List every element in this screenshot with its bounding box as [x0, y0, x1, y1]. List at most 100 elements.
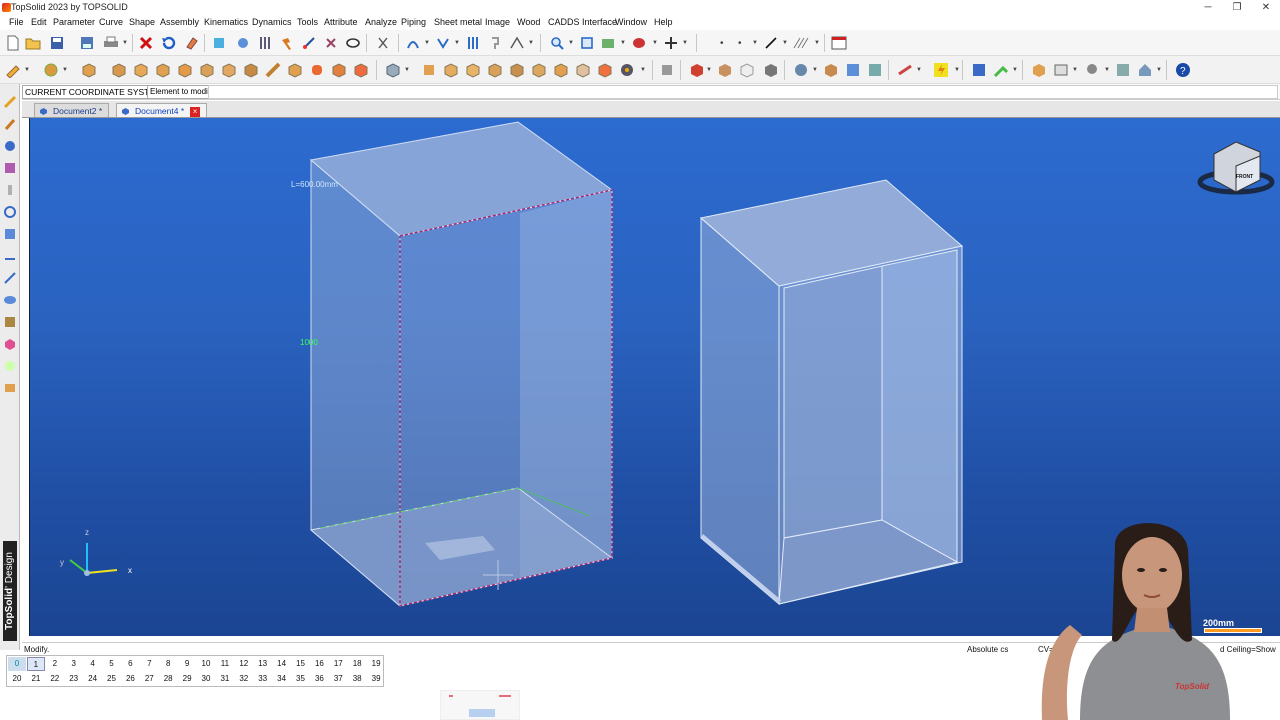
shape-sphere-icon[interactable]: [198, 61, 216, 79]
hatch-pattern-icon[interactable]: [792, 34, 810, 52]
save-as-icon[interactable]: [78, 34, 96, 52]
red-part-icon[interactable]: [688, 61, 706, 79]
layer-34[interactable]: 34: [273, 672, 291, 686]
shape-operation-icon[interactable]: [384, 61, 402, 79]
curve-icon[interactable]: [2, 138, 17, 153]
open-folder-icon[interactable]: [24, 34, 42, 52]
close-button[interactable]: ✕: [1251, 1, 1280, 15]
measure-icon[interactable]: [300, 34, 318, 52]
wrench-icon[interactable]: [992, 61, 1010, 79]
shape-torus-icon[interactable]: [220, 61, 238, 79]
section-icon[interactable]: [508, 61, 526, 79]
drawer-icon[interactable]: [1052, 61, 1070, 79]
menu-cadds-interface[interactable]: CADDS Interface: [548, 17, 617, 27]
layer-21[interactable]: 21: [27, 672, 45, 686]
close-tab-icon[interactable]: ×: [190, 106, 201, 117]
surface-icon[interactable]: [2, 292, 17, 307]
help-icon[interactable]: ?: [1174, 61, 1192, 79]
pattern-icon[interactable]: [530, 61, 548, 79]
layer-30[interactable]: 30: [197, 672, 215, 686]
layer-2[interactable]: 2: [46, 657, 64, 671]
menu-image[interactable]: Image: [485, 17, 510, 27]
layer-7[interactable]: 7: [140, 657, 158, 671]
delete-icon[interactable]: [137, 34, 155, 52]
menu-file[interactable]: File: [9, 17, 24, 27]
layer-23[interactable]: 23: [65, 672, 83, 686]
shape-fillet-icon[interactable]: [308, 61, 326, 79]
transform-icon[interactable]: [344, 34, 362, 52]
board-icon[interactable]: [1030, 61, 1048, 79]
draft-icon[interactable]: [574, 61, 592, 79]
layer-8[interactable]: 8: [159, 657, 177, 671]
feature-gear-icon[interactable]: [618, 61, 636, 79]
thicken-icon[interactable]: [596, 61, 614, 79]
layer-38[interactable]: 38: [348, 672, 366, 686]
pen-icon[interactable]: [2, 116, 17, 131]
explode-icon[interactable]: [1114, 61, 1132, 79]
undo-icon[interactable]: [160, 34, 178, 52]
layer-29[interactable]: 29: [178, 672, 196, 686]
layer-39[interactable]: 39: [367, 672, 385, 686]
layer-25[interactable]: 25: [103, 672, 121, 686]
layers-icon[interactable]: [970, 61, 988, 79]
layer-1[interactable]: 1: [26, 657, 45, 671]
boolean-icon[interactable]: [420, 61, 438, 79]
layer-13[interactable]: 13: [254, 657, 272, 671]
layer-15[interactable]: 15: [292, 657, 310, 671]
cut-icon[interactable]: [442, 61, 460, 79]
redraw-icon[interactable]: [210, 34, 228, 52]
layer-20[interactable]: 20: [8, 672, 26, 686]
hammer-icon[interactable]: [278, 34, 296, 52]
layer-37[interactable]: 37: [329, 672, 347, 686]
menu-analyze[interactable]: Analyze: [365, 17, 397, 27]
minimize-button[interactable]: ─: [1193, 1, 1223, 15]
shape-shell-icon[interactable]: [352, 61, 370, 79]
zoom-icon[interactable]: [548, 34, 566, 52]
dark-part-icon[interactable]: [762, 61, 780, 79]
menu-sheet-metal[interactable]: Sheet metal: [434, 17, 482, 27]
menu-attribute[interactable]: Attribute: [324, 17, 358, 27]
minimized-window[interactable]: [440, 690, 520, 720]
layer-17[interactable]: 17: [329, 657, 347, 671]
layer-16[interactable]: 16: [310, 657, 328, 671]
status-cs[interactable]: Absolute cs: [967, 645, 1008, 654]
layer-9[interactable]: 9: [178, 657, 196, 671]
annotation-icon[interactable]: [2, 270, 17, 285]
assembly-icon[interactable]: [792, 61, 810, 79]
new-document-icon[interactable]: [4, 34, 22, 52]
settings-sliders-icon[interactable]: [256, 34, 274, 52]
mirror-icon[interactable]: [552, 61, 570, 79]
maximize-button[interactable]: ❐: [1222, 1, 1252, 15]
layer-5[interactable]: 5: [103, 657, 121, 671]
menu-dynamics[interactable]: Dynamics: [252, 17, 292, 27]
layer-12[interactable]: 12: [235, 657, 253, 671]
tab-document2[interactable]: Document2 *: [34, 103, 110, 117]
cabinet-right[interactable]: [699, 179, 964, 606]
layer-14[interactable]: 14: [273, 657, 291, 671]
shape-pocket-icon[interactable]: [242, 61, 260, 79]
shape-block-icon[interactable]: [132, 61, 150, 79]
layer-31[interactable]: 31: [216, 672, 234, 686]
tab-document4[interactable]: Document4 * ×: [116, 103, 208, 117]
menu-parameter[interactable]: Parameter: [53, 17, 95, 27]
bom-icon[interactable]: [844, 61, 862, 79]
shape-chamfer-icon[interactable]: [330, 61, 348, 79]
save-icon[interactable]: [48, 34, 66, 52]
line-tool-icon[interactable]: [762, 34, 780, 52]
shading-icon[interactable]: [662, 34, 680, 52]
layer-32[interactable]: 32: [235, 672, 253, 686]
cabinet-left[interactable]: [309, 121, 614, 608]
layer-27[interactable]: 27: [140, 672, 158, 686]
search-part-icon[interactable]: [1084, 61, 1102, 79]
eraser-icon[interactable]: [182, 34, 200, 52]
coordinate-system-label[interactable]: CURRENT COORDINATE SYSTEM: [22, 85, 166, 99]
shape-extruded-icon[interactable]: [80, 61, 98, 79]
columns-icon[interactable]: [464, 34, 482, 52]
layer-28[interactable]: 28: [159, 672, 177, 686]
wood-tool-icon[interactable]: [2, 380, 17, 395]
menu-edit[interactable]: Edit: [31, 17, 47, 27]
catalog-icon[interactable]: [866, 61, 884, 79]
layer-36[interactable]: 36: [310, 672, 328, 686]
component-icon[interactable]: [822, 61, 840, 79]
element-to-modify-input[interactable]: [208, 85, 1278, 99]
